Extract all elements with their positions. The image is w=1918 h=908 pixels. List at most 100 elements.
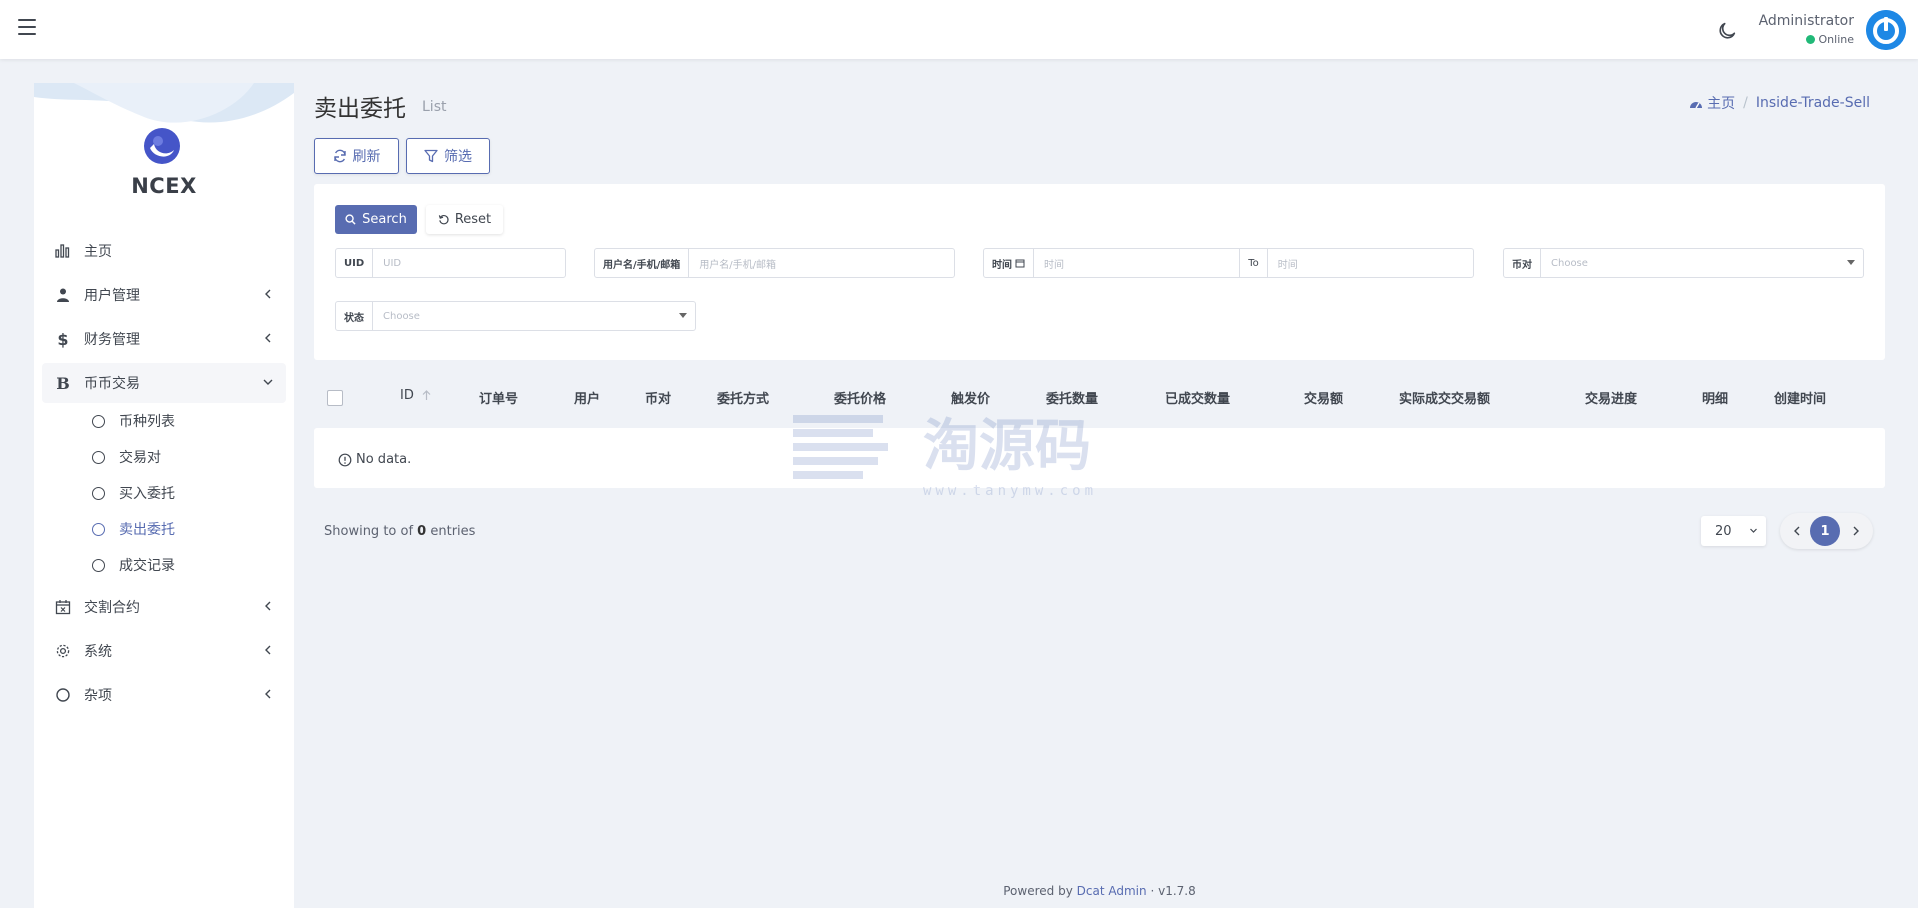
chevron-right-icon[interactable]	[1849, 524, 1863, 538]
sidebar-subitem-buy-orders[interactable]: 买入委托	[92, 478, 272, 508]
page-title: 卖出委托	[314, 96, 406, 122]
chevron-down-icon	[1750, 528, 1757, 533]
sort-arrow-up-icon[interactable]	[422, 390, 431, 401]
sidebar-item-spot-trade[interactable]: B 币币交易	[42, 363, 286, 403]
dark-mode-moon-icon[interactable]	[1716, 20, 1738, 42]
footer-separator: ·	[1150, 884, 1155, 898]
sidebar-item-label: 币币交易	[84, 376, 140, 392]
time-filter-label-text: 时间	[992, 259, 1012, 271]
per-page-select[interactable]: 20	[1701, 516, 1766, 546]
bitcoin-icon: B	[56, 373, 70, 393]
select-all-checkbox[interactable]	[327, 390, 343, 406]
pair-filter: 币对 Choose	[1503, 248, 1864, 278]
search-icon	[345, 214, 356, 225]
pair-filter-label: 币对	[1504, 249, 1541, 277]
uid-input[interactable]: UID	[373, 249, 565, 277]
sidebar-subitem-label: 买入委托	[119, 486, 175, 502]
status-filter: 状态 Choose	[335, 301, 696, 331]
column-header-amount: 交易额	[1304, 392, 1344, 407]
refresh-button-label: 刷新	[352, 149, 381, 165]
breadcrumb-home-label: 主页	[1707, 96, 1736, 112]
user-status: Online	[1805, 33, 1854, 46]
time-from-input[interactable]: 时间	[1034, 249, 1239, 277]
chevron-down-icon	[263, 379, 273, 385]
search-button-label: Search	[362, 212, 407, 227]
brand-name: NCEX	[131, 174, 197, 198]
pagination-summary-prefix: Showing to of	[324, 524, 414, 539]
circle-icon	[92, 450, 105, 464]
sidebar-item-label: 主页	[84, 244, 112, 260]
chevron-left-icon[interactable]	[1790, 524, 1804, 538]
sidebar-subitem-label: 卖出委托	[119, 522, 175, 538]
breadcrumb-current[interactable]: Inside-Trade-Sell	[1756, 95, 1870, 111]
breadcrumb: 主页 / Inside-Trade-Sell	[1689, 93, 1870, 113]
reset-button[interactable]: Reset	[426, 205, 503, 234]
sidebar-item-finance[interactable]: $ 财务管理	[42, 319, 286, 359]
sidebar-item-label: 交割合约	[84, 600, 140, 616]
info-circle-icon	[338, 453, 352, 466]
sidebar-item-users[interactable]: 用户管理	[42, 275, 286, 315]
empty-state-label: No data.	[356, 452, 412, 467]
refresh-icon	[333, 149, 346, 163]
sidebar-item-delivery-contract[interactable]: 交割合约	[42, 587, 286, 627]
uid-filter-label: UID	[336, 249, 374, 277]
circle-icon	[92, 414, 105, 428]
online-dot-icon	[1805, 35, 1815, 44]
sidebar-item-misc[interactable]: 杂项	[42, 675, 286, 715]
ncex-logo-icon	[144, 128, 180, 164]
per-page-value: 20	[1715, 523, 1732, 539]
caret-down-icon	[679, 313, 687, 318]
circle-icon	[92, 558, 105, 572]
gear-icon	[54, 642, 72, 660]
pagination: 1	[1780, 513, 1873, 549]
sidebar-subitem-trade-pairs[interactable]: 交易对	[92, 442, 272, 472]
sidebar-subitem-coin-list[interactable]: 币种列表	[92, 406, 272, 436]
menu-toggle-icon[interactable]	[18, 19, 36, 35]
user-input[interactable]: 用户名/手机/邮箱	[689, 249, 954, 277]
caret-down-icon	[1847, 260, 1855, 265]
sidebar-subitem-label: 成交记录	[119, 558, 175, 574]
dashboard-icon	[1690, 102, 1703, 109]
sidebar-item-system[interactable]: 系统	[42, 631, 286, 671]
empty-state: No data.	[338, 452, 411, 467]
column-header-order-no: 订单号	[479, 392, 519, 407]
user-status-label: Online	[1818, 33, 1854, 46]
footer-prefix: Powered by	[1003, 884, 1073, 898]
column-header-created-at: 创建时间	[1774, 392, 1827, 407]
undo-icon	[438, 214, 449, 225]
pair-select[interactable]: Choose	[1541, 249, 1863, 277]
user-filter: 用户名/手机/邮箱 用户名/手机/邮箱	[594, 248, 955, 278]
user-name[interactable]: Administrator	[1759, 13, 1854, 29]
sidebar-subitem-sell-orders[interactable]: 卖出委托	[92, 514, 272, 544]
filter-button[interactable]: 筛选	[406, 138, 490, 174]
sidebar-subitem-trade-records[interactable]: 成交记录	[92, 550, 272, 580]
time-filter-label: 时间	[984, 249, 1034, 277]
pair-select-value: Choose	[1551, 257, 1588, 269]
user-filter-label: 用户名/手机/邮箱	[595, 249, 690, 277]
sidebar-item-label: 系统	[84, 644, 112, 660]
page-button-current[interactable]: 1	[1810, 516, 1840, 546]
sidebar-item-label: 用户管理	[84, 288, 140, 304]
column-header-id[interactable]: ID	[400, 388, 431, 403]
sidebar-item-label: 杂项	[84, 688, 112, 704]
column-header-order-type: 委托方式	[717, 392, 770, 407]
refresh-button[interactable]: 刷新	[314, 138, 399, 174]
avatar[interactable]	[1866, 10, 1906, 50]
dollar-icon: $	[57, 329, 69, 349]
filter-panel: Search Reset UID UID 用户名/手机/邮箱 用户名/手机/邮箱…	[314, 184, 1885, 360]
search-button[interactable]: Search	[335, 205, 417, 234]
sidebar: NCEX 主页 用户管理 $ 财务管理 B 币币交易 币种列表 交易对 买入委托…	[34, 83, 294, 908]
footer-link[interactable]: Dcat Admin	[1077, 884, 1147, 898]
calendar-icon	[1015, 259, 1025, 268]
footer: Powered by Dcat Admin · v1.7.8	[314, 884, 1885, 898]
status-select[interactable]: Choose	[373, 302, 695, 330]
chevron-left-icon	[265, 289, 271, 299]
breadcrumb-home[interactable]: 主页	[1689, 93, 1735, 113]
sidebar-item-home[interactable]: 主页	[42, 231, 286, 271]
breadcrumb-separator: /	[1743, 95, 1748, 111]
chevron-left-icon	[265, 333, 271, 343]
sidebar-subitem-label: 币种列表	[119, 414, 175, 430]
time-to-input[interactable]: 时间	[1268, 249, 1473, 277]
chevron-left-icon	[265, 689, 271, 699]
filter-button-label: 筛选	[444, 149, 472, 165]
